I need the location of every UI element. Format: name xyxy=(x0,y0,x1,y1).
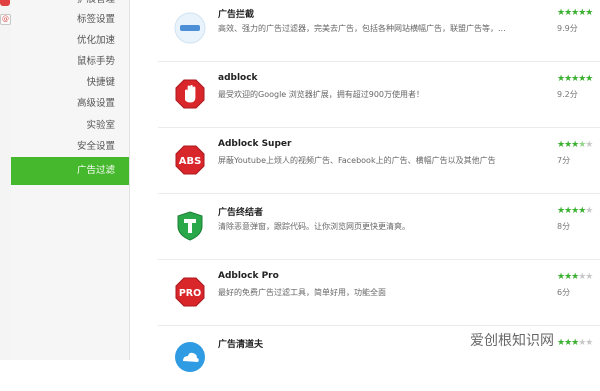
extension-title[interactable]: adblock xyxy=(218,73,258,83)
site-watermark: 爱创根知识网 xyxy=(470,333,554,349)
extension-title[interactable]: Adblock Pro xyxy=(218,271,279,281)
rating-stars: ★★★★★ xyxy=(557,8,593,18)
rating-score: 6分 xyxy=(557,288,571,297)
rating-stars: ★★★★★ xyxy=(557,206,593,216)
extension-title[interactable]: 广告拦截 xyxy=(218,7,254,20)
rating-stars: ★★★★★ xyxy=(557,338,593,348)
rating-score: 9.9分 xyxy=(557,24,578,33)
svg-text:PRO: PRO xyxy=(179,288,201,299)
rating-score: 8分 xyxy=(557,222,571,231)
extension-description: 清除恶意弹窗，跟踪代码。让你浏览网页更快更清爽。 xyxy=(218,222,410,231)
rating-score: 9.2分 xyxy=(557,90,578,99)
svg-text:ABS: ABS xyxy=(179,156,202,167)
rating-score: 7分 xyxy=(557,156,571,165)
extension-item[interactable]: PRO Adblock Pro 最好的免费广告过滤工具，简单好用，功能全面 ★★… xyxy=(158,259,600,326)
t-shield-icon xyxy=(174,210,206,242)
browser-badge-icon[interactable]: @ xyxy=(0,14,11,25)
extension-item[interactable]: adblock 最受欢迎的Google 浏览器扩展，拥有超过900万使用者！ ★… xyxy=(158,61,600,128)
extension-item[interactable]: ABS Adblock Super 屏蔽Youtube上烦人的视频广告、Face… xyxy=(158,127,600,194)
sidebar-item-ad-filter[interactable]: 广告过滤 xyxy=(11,157,129,185)
rating-stars: ★★★★★ xyxy=(557,140,593,150)
extension-item[interactable]: 广告终结者 清除恶意弹窗，跟踪代码。让你浏览网页更快更清爽。 ★★★★★ 8分 xyxy=(158,193,600,260)
extension-item[interactable]: 广告拦截 高效、强力的广告过滤器，完美去广告，包括各种网站横幅广告，联盟广告等，… xyxy=(158,0,600,62)
extension-description: 最受欢迎的Google 浏览器扩展，拥有超过900万使用者！ xyxy=(218,90,425,99)
minus-bar-icon xyxy=(174,12,206,44)
abs-octagon-icon: ABS xyxy=(174,144,206,176)
rating-stars: ★★★★★ xyxy=(557,74,593,84)
pro-octagon-icon: PRO xyxy=(174,276,206,308)
red-tab-icon xyxy=(0,0,10,6)
rating-stars: ★★★★★ xyxy=(557,272,593,282)
extension-list: 广告拦截 高效、强力的广告过滤器，完美去广告，包括各种网站横幅广告，联盟广告等，… xyxy=(158,0,600,372)
extension-title[interactable]: 广告清道夫 xyxy=(218,337,263,350)
blue-cloud-icon xyxy=(174,341,206,373)
extension-title[interactable]: Adblock Super xyxy=(218,139,291,149)
extension-description: 高效、强力的广告过滤器，完美去广告，包括各种网站横幅广告，联盟广告等，... xyxy=(218,24,506,33)
extension-description: 最好的免费广告过滤工具，简单好用，功能全面 xyxy=(218,288,386,297)
extension-title[interactable]: 广告终结者 xyxy=(218,205,263,218)
stop-hand-icon xyxy=(174,78,206,110)
settings-sidebar: 扩展管理 标签设置 优化加速 鼠标手势 快捷键 高级设置 实验室 安全设置 广告… xyxy=(11,0,130,360)
extension-description: 屏蔽Youtube上烦人的视频广告、Facebook上的广告、横幅广告以及其他广… xyxy=(218,156,496,165)
